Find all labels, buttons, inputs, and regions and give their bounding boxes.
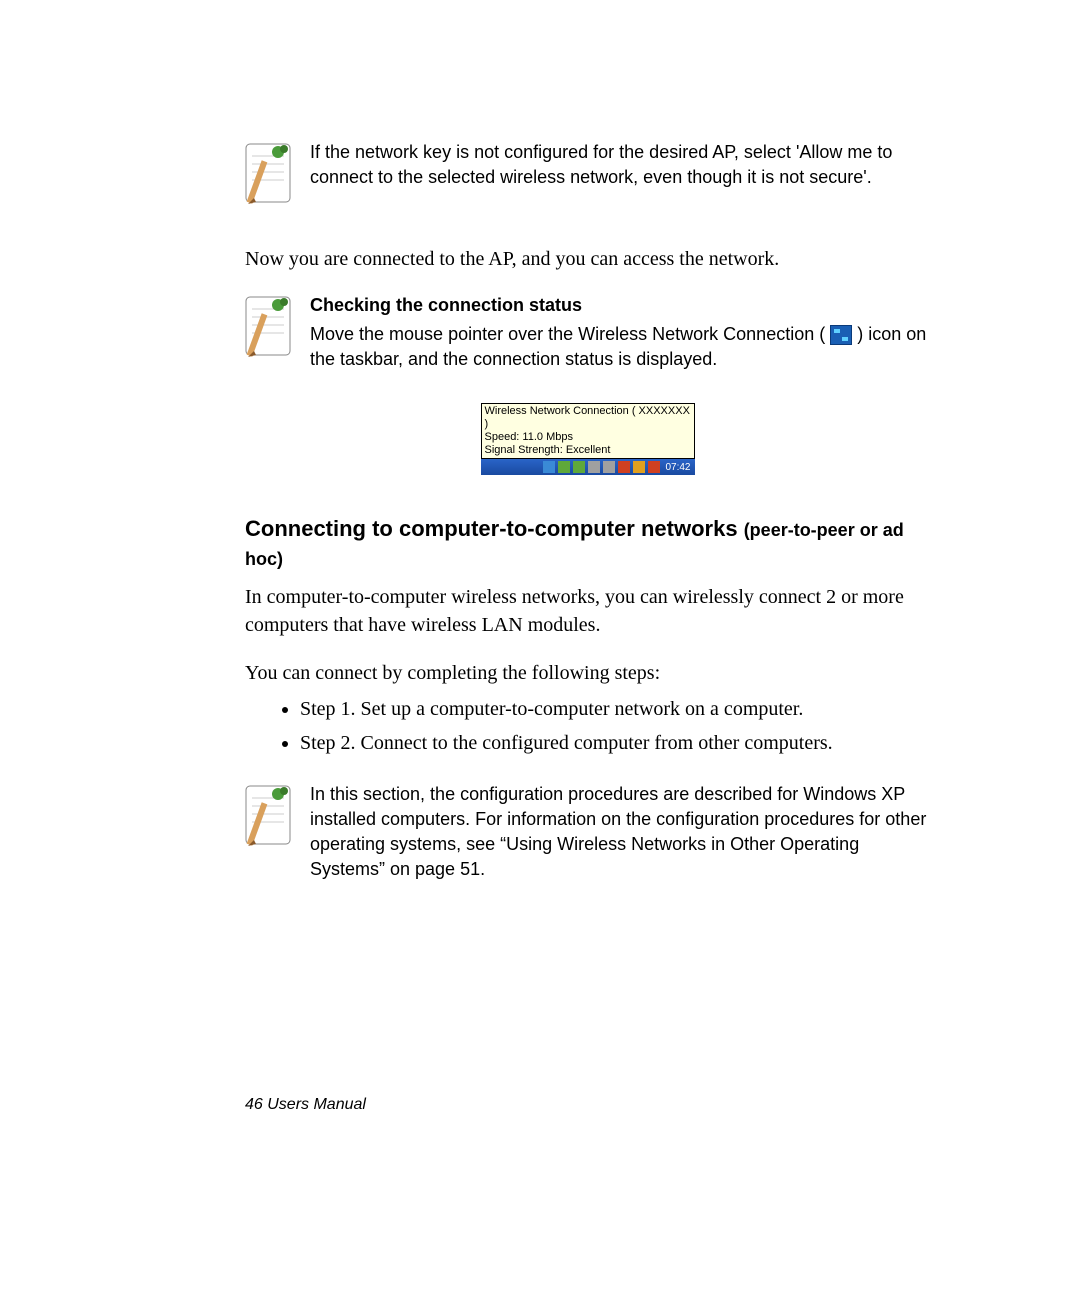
page-footer: 46 Users Manual [245, 1096, 366, 1114]
document-page: If the network key is not configured for… [0, 0, 1080, 882]
note-2-heading: Checking the connection status [310, 293, 930, 318]
wireless-connection-icon [830, 325, 852, 345]
tray-icon [648, 461, 660, 473]
note-3-text: In this section, the configuration proce… [310, 782, 930, 883]
tooltip-line-2: Speed: 11.0 Mbps [485, 431, 691, 444]
tray-icon [633, 461, 645, 473]
tray-icon [588, 461, 600, 473]
tray-icon [603, 461, 615, 473]
section-title-main: Connecting to computer-to-computer netwo… [245, 516, 744, 541]
notepad-icon [240, 140, 310, 215]
note-2-content: Checking the connection status Move the … [310, 293, 930, 373]
tooltip-line-3: Signal Strength: Excellent [485, 444, 691, 457]
note-block-2: Checking the connection status Move the … [245, 293, 930, 373]
note-1-text: If the network key is not configured for… [310, 140, 930, 190]
body-paragraph-1: Now you are connected to the AP, and you… [245, 245, 930, 273]
tray-icon [573, 461, 585, 473]
steps-list: Step 1. Set up a computer-to-computer ne… [245, 695, 930, 757]
note-block-3: In this section, the configuration proce… [245, 782, 930, 883]
section-heading: Connecting to computer-to-computer netwo… [245, 515, 930, 572]
tray-icon [543, 461, 555, 473]
body-paragraph-2: In computer-to-computer wireless network… [245, 583, 930, 639]
notepad-icon [240, 782, 310, 857]
note-2-text-part1: Move the mouse pointer over the Wireless… [310, 324, 825, 344]
connection-tooltip-screenshot: Wireless Network Connection ( XXXXXXX ) … [481, 403, 695, 476]
tray-icon [618, 461, 630, 473]
system-tray: 07:42 [481, 459, 695, 475]
body-paragraph-3: You can connect by completing the follow… [245, 659, 930, 687]
tray-clock: 07:42 [665, 462, 690, 473]
note-block-1: If the network key is not configured for… [245, 140, 930, 215]
tooltip-line-1: Wireless Network Connection ( XXXXXXX ) [485, 405, 691, 431]
step-item-2: Step 2. Connect to the configured comput… [300, 729, 930, 757]
page-number: 46 [245, 1096, 263, 1113]
notepad-icon [240, 293, 310, 368]
step-item-1: Step 1. Set up a computer-to-computer ne… [300, 695, 930, 723]
footer-label: Users Manual [267, 1096, 366, 1113]
tooltip-box: Wireless Network Connection ( XXXXXXX ) … [481, 403, 695, 460]
tray-icon [558, 461, 570, 473]
